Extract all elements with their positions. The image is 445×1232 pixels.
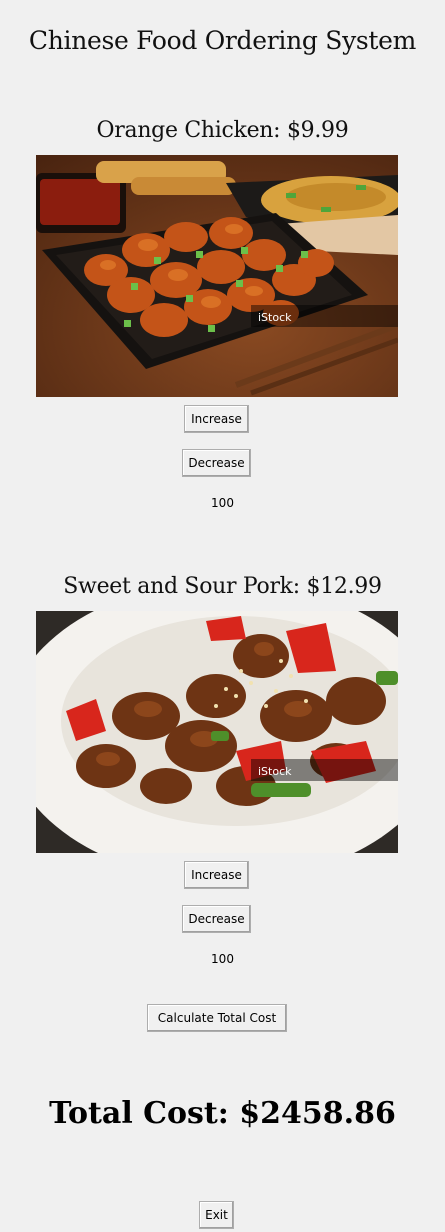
total-cost-label: Total Cost: $2458.86: [49, 1096, 396, 1131]
sweet-sour-pork-image: iStock: [36, 611, 398, 853]
sweet-sour-pork-quantity: 100: [211, 952, 234, 966]
item-title-sweet-sour-pork: Sweet and Sour Pork: $12.99: [63, 574, 382, 599]
orange-chicken-image: iStock: [36, 155, 398, 397]
sweet-sour-pork-increase-button[interactable]: Increase: [184, 861, 249, 889]
orange-chicken-quantity: 100: [211, 496, 234, 510]
sweet-sour-pork-decrease-button[interactable]: Decrease: [182, 905, 251, 933]
image-watermark: iStock: [258, 765, 292, 778]
item-title-orange-chicken: Orange Chicken: $9.99: [96, 118, 349, 143]
exit-button[interactable]: Exit: [199, 1201, 234, 1229]
app-title: Chinese Food Ordering System: [28, 26, 417, 55]
orange-chicken-increase-button[interactable]: Increase: [184, 405, 249, 433]
orange-chicken-decrease-button[interactable]: Decrease: [182, 449, 251, 477]
calculate-total-button[interactable]: Calculate Total Cost: [147, 1004, 287, 1032]
image-watermark: iStock: [258, 311, 292, 324]
